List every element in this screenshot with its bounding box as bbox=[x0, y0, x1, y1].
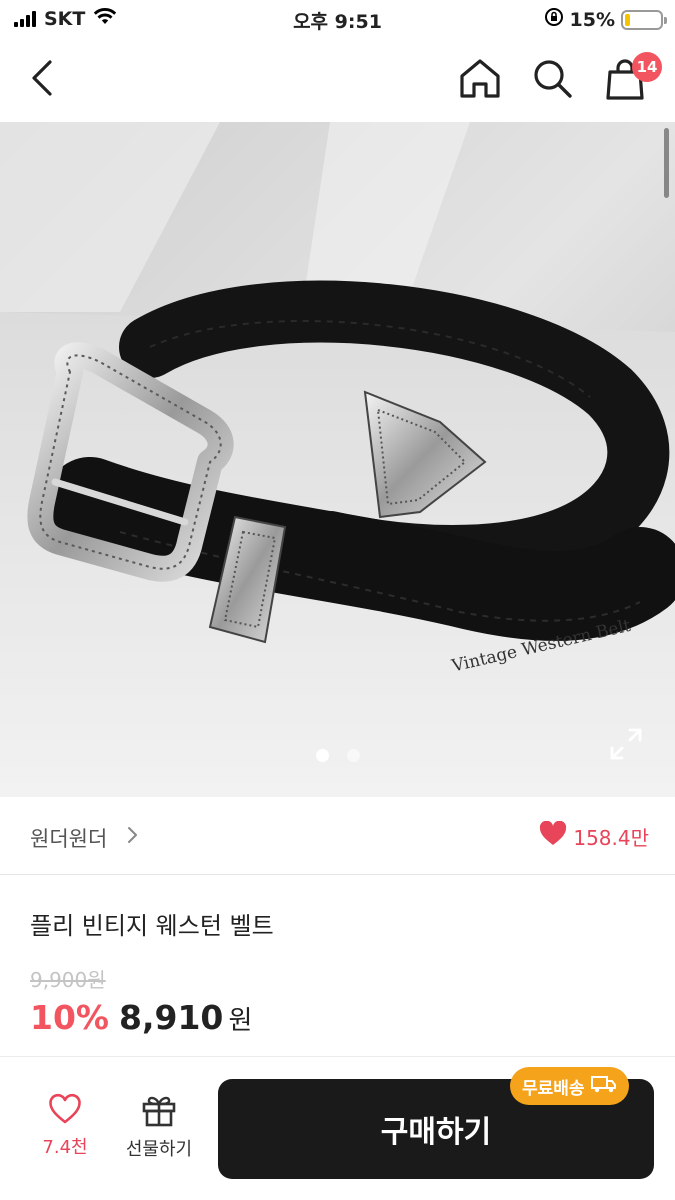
search-icon[interactable] bbox=[530, 56, 576, 102]
delivery-truck-icon bbox=[590, 1074, 617, 1099]
image-pagination bbox=[0, 749, 675, 762]
wishlist-count: 7.4천 bbox=[42, 1137, 88, 1158]
gift-label: 선물하기 bbox=[125, 1139, 193, 1160]
back-arrow-icon[interactable] bbox=[22, 56, 66, 100]
product-title: 플리 빈티지 웨스턴 벨트 bbox=[30, 912, 274, 940]
brand-link[interactable]: 원더원더 bbox=[30, 823, 107, 853]
pagination-dot-2[interactable] bbox=[346, 749, 360, 762]
status-bar: SKT 오후 9:51 15% bbox=[0, 0, 675, 38]
wishlist-button[interactable]: 7.4천 bbox=[22, 1093, 108, 1173]
belt-photo bbox=[0, 122, 675, 797]
chevron-right-icon[interactable] bbox=[126, 825, 140, 845]
pagination-dot-1[interactable] bbox=[315, 749, 329, 762]
free-shipping-badge: 무료배송 bbox=[510, 1067, 629, 1105]
brand-like-group[interactable]: 158.4만 bbox=[539, 820, 649, 851]
battery-percent: 15% bbox=[569, 8, 615, 31]
gift-icon bbox=[141, 1096, 177, 1131]
original-price: 9,900원 bbox=[30, 968, 106, 992]
home-icon[interactable] bbox=[456, 56, 504, 102]
heart-outline-icon bbox=[48, 1093, 82, 1129]
orientation-lock-icon bbox=[544, 7, 564, 32]
battery-icon bbox=[621, 9, 667, 30]
brand-like-count: 158.4만 bbox=[573, 825, 649, 850]
status-right: 15% bbox=[544, 7, 667, 32]
product-image[interactable]: Vintage Western Belt bbox=[0, 122, 675, 797]
expand-icon[interactable] bbox=[606, 724, 646, 764]
cart-count-badge: 14 bbox=[632, 52, 662, 82]
nav-bar: 14 bbox=[0, 38, 675, 122]
brand-row: 원더원더 158.4만 bbox=[0, 797, 675, 875]
discount-rate: 10% bbox=[30, 998, 109, 1037]
gift-button[interactable]: 선물하기 bbox=[112, 1093, 206, 1173]
sale-price: 8,910 bbox=[119, 998, 224, 1037]
bottom-action-bar: 7.4천 선물하기 구매하기 무료배송 bbox=[0, 1056, 675, 1200]
heart-filled-icon[interactable] bbox=[539, 820, 567, 851]
free-shipping-label: 무료배송 bbox=[522, 1078, 585, 1099]
price-row: 10% 8,910 원 bbox=[30, 998, 252, 1037]
currency-unit: 원 bbox=[228, 1006, 253, 1036]
image-scrollbar[interactable] bbox=[664, 128, 669, 198]
